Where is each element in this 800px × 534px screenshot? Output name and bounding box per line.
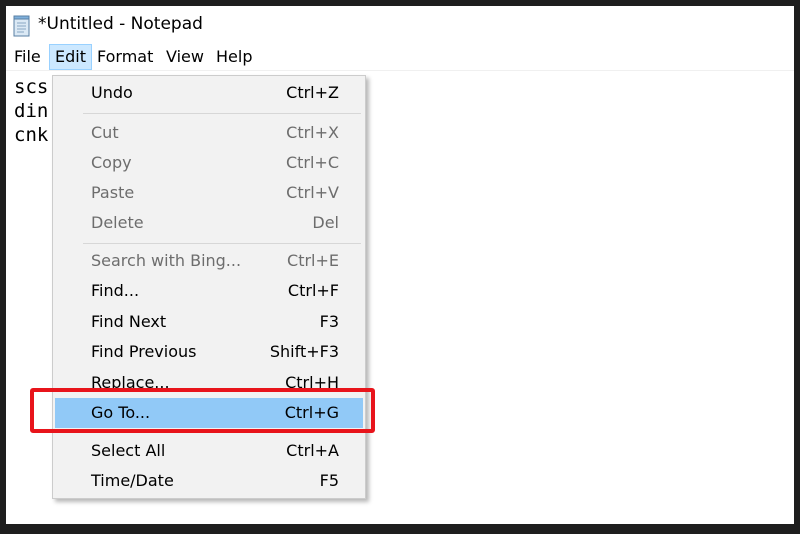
menu-edit[interactable]: Edit	[49, 44, 92, 70]
editor-line: cnk	[14, 124, 49, 146]
menu-item-copy[interactable]: Copy Ctrl+C	[55, 148, 363, 178]
title-bar: *Untitled - Notepad	[6, 6, 794, 44]
menu-item-paste[interactable]: Paste Ctrl+V	[55, 178, 363, 208]
menu-help[interactable]: Help	[211, 44, 257, 70]
editor-line: din	[14, 100, 49, 122]
menu-item-select-all[interactable]: Select All Ctrl+A	[55, 436, 363, 466]
menu-bar: File Edit Format View Help	[6, 44, 794, 70]
editor-line: scs	[14, 76, 49, 98]
menu-file[interactable]: File	[9, 44, 46, 70]
annotation-highlight-box	[30, 388, 375, 433]
menu-item-search-with-bing[interactable]: Search with Bing... Ctrl+E	[55, 246, 363, 276]
menu-separator	[83, 113, 361, 114]
menu-item-time-date[interactable]: Time/Date F5	[55, 466, 363, 496]
menu-item-find[interactable]: Find... Ctrl+F	[55, 276, 363, 306]
menu-view[interactable]: View	[161, 44, 209, 70]
menu-item-find-previous[interactable]: Find Previous Shift+F3	[55, 337, 363, 367]
menu-format[interactable]: Format	[92, 44, 158, 70]
window-title: *Untitled - Notepad	[38, 14, 203, 34]
menu-item-find-next[interactable]: Find Next F3	[55, 307, 363, 337]
menu-item-undo[interactable]: Undo Ctrl+Z	[55, 78, 363, 108]
menu-item-cut[interactable]: Cut Ctrl+X	[55, 118, 363, 148]
menu-item-delete[interactable]: Delete Del	[55, 208, 363, 238]
notepad-icon	[13, 15, 30, 37]
notepad-window: *Untitled - Notepad File Edit Format Vie…	[6, 6, 794, 524]
edit-menu-dropdown: Undo Ctrl+Z Cut Ctrl+X Copy Ctrl+C Paste…	[52, 75, 366, 499]
menu-separator	[83, 243, 361, 244]
